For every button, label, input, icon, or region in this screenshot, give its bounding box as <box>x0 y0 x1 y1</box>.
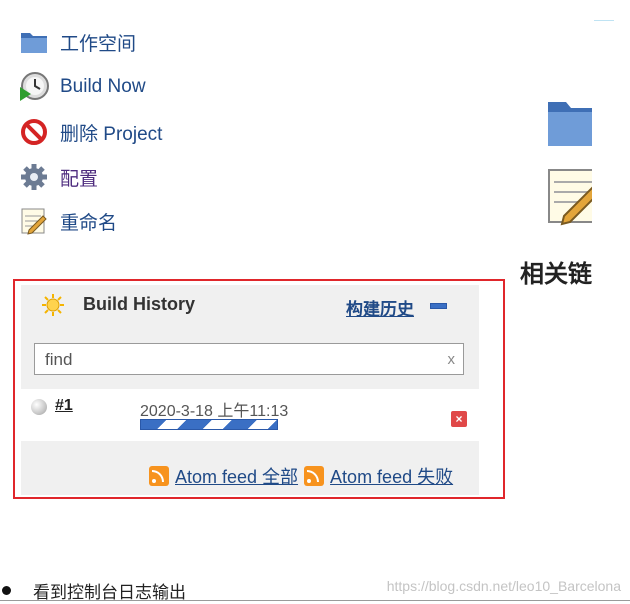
build-history-panel: Build History 构建历史 x #1 2020-3-18 上午11:1… <box>13 279 505 499</box>
build-history-title: Build History <box>83 294 196 314</box>
search-field: x <box>34 343 464 375</box>
sidebar-item-rename[interactable]: 重命名 <box>18 204 117 238</box>
bullet-icon <box>2 586 11 595</box>
sidebar-item-label: 删除 Project <box>60 123 163 145</box>
build-timestamp: 2020-3-18 上午11:13 <box>140 403 289 420</box>
sidebar-item-workspace[interactable]: 工作空间 <box>18 25 136 59</box>
gear-icon <box>18 161 50 193</box>
build-number-link[interactable]: #1 <box>55 397 73 415</box>
watermark: https://blog.csdn.net/leo10_Barcelona <box>386 578 621 594</box>
sidebar-item-label: 工作空间 <box>60 33 137 55</box>
notepad-icon <box>18 205 50 237</box>
sidebar-item-build-now[interactable]: Build Now <box>18 70 146 104</box>
status-ball-icon <box>31 399 47 415</box>
feed-links: Atom feed 全部 Atom feed 失败 <box>149 463 459 489</box>
sidebar-item-label: 配置 <box>60 168 99 190</box>
clear-search-icon[interactable]: x <box>448 351 456 368</box>
clock-play-icon <box>18 71 50 103</box>
divider <box>0 600 630 601</box>
sidebar-item-configure[interactable]: 配置 <box>18 160 98 194</box>
sidebar-item-label: Build Now <box>60 76 146 97</box>
folder-icon <box>18 26 50 58</box>
trend-link[interactable]: 构建历史 <box>346 295 414 320</box>
atom-feed-all-link[interactable]: Atom feed 全部 <box>175 463 298 489</box>
sidebar-item-label: 重命名 <box>60 212 118 234</box>
rss-icon <box>149 466 169 486</box>
related-links-heading: 相关链 <box>520 261 592 288</box>
table-row: #1 2020-3-18 上午11:13 × <box>21 389 479 441</box>
search-input[interactable] <box>43 349 437 371</box>
cancel-build-icon[interactable]: × <box>451 411 467 427</box>
no-entry-icon <box>18 116 50 148</box>
atom-feed-failed-link[interactable]: Atom feed 失败 <box>330 463 453 489</box>
collapse-icon[interactable] <box>430 303 447 309</box>
rss-icon <box>304 466 325 486</box>
notepad-icon <box>546 164 592 228</box>
build-progress-bar <box>140 419 278 430</box>
folder-icon <box>546 96 592 148</box>
sun-weather-icon <box>41 293 65 317</box>
sidebar-item-delete-project[interactable]: 删除 Project <box>18 115 162 149</box>
divider <box>594 20 614 21</box>
